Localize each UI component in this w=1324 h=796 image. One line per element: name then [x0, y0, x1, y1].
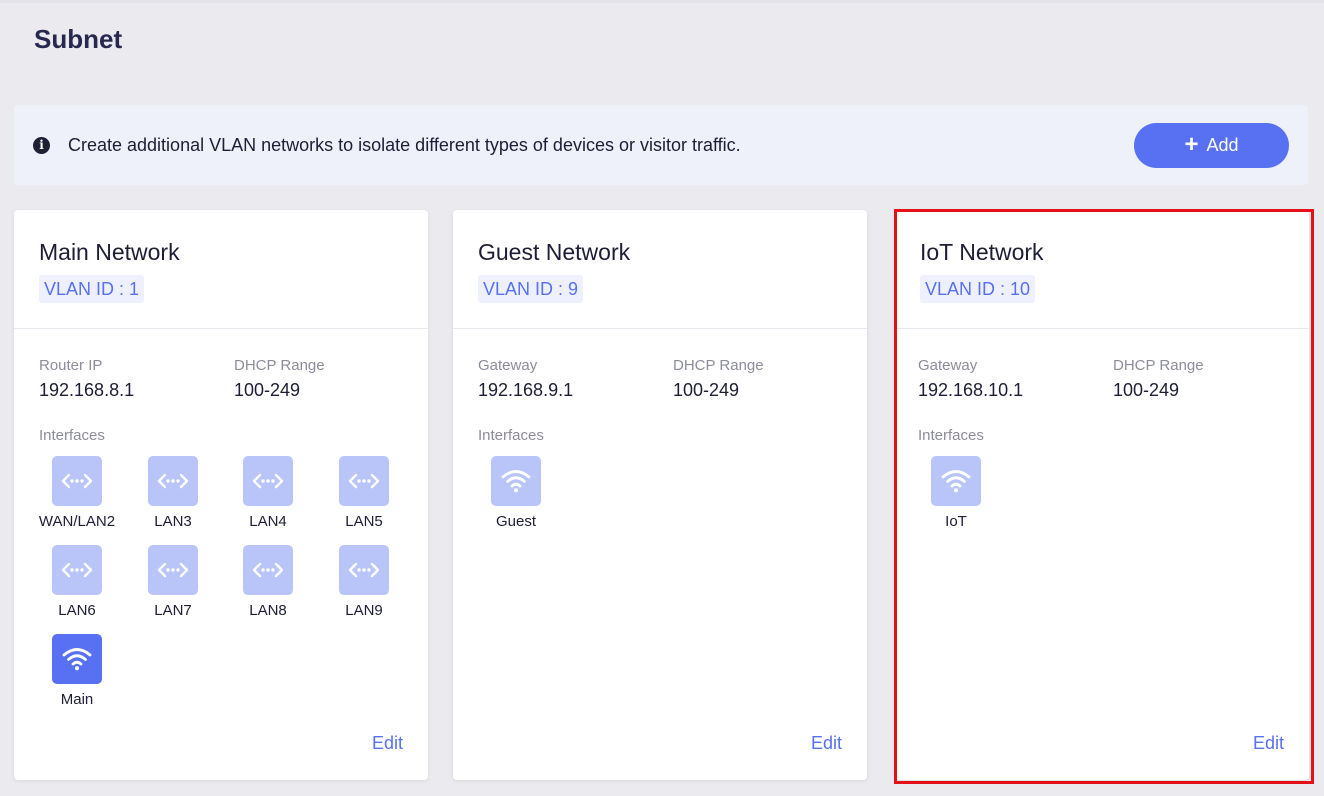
edit-link[interactable]: Edit	[1253, 733, 1284, 754]
gateway-value: 192.168.10.1	[918, 380, 1024, 400]
dhcp-range-value: 100-249	[673, 380, 740, 400]
interfaces-label: Interfaces	[39, 427, 105, 444]
ethernet-tile	[148, 456, 198, 506]
ethernet-tile	[339, 545, 389, 595]
interface-item: WAN/LAN2	[32, 456, 122, 530]
gateway-label: Gateway	[918, 357, 978, 374]
page-title: Subnet	[34, 24, 123, 54]
wifi-icon	[501, 468, 531, 494]
ethernet-tile	[52, 456, 102, 506]
interface-item: IoT	[911, 456, 1001, 530]
network-card-main: Main Network VLAN ID : 1 Router IP 192.1…	[14, 210, 428, 780]
wifi-tile	[52, 634, 102, 684]
ethernet-icon	[252, 471, 284, 491]
network-title: IoT Network	[920, 239, 1044, 265]
ethernet-icon	[157, 471, 189, 491]
interface-item: LAN5	[319, 456, 409, 530]
info-banner: i Create additional VLAN networks to iso…	[14, 105, 1308, 185]
interface-item: LAN3	[128, 456, 218, 530]
interface-item: LAN9	[319, 545, 409, 619]
interface-item: LAN7	[128, 545, 218, 619]
router-ip-value: 192.168.8.1	[39, 380, 135, 400]
network-title: Main Network	[39, 239, 180, 265]
interface-label: LAN6	[58, 602, 96, 619]
wifi-tile	[931, 456, 981, 506]
interface-label: LAN7	[154, 602, 192, 619]
card-header: Main Network VLAN ID : 1	[14, 210, 428, 329]
interface-label: Main	[60, 691, 94, 708]
dhcp-range-label: DHCP Range	[234, 357, 325, 374]
ethernet-icon	[61, 560, 93, 580]
interfaces-label: Interfaces	[918, 427, 984, 444]
card-header: IoT Network VLAN ID : 10	[895, 210, 1309, 329]
info-icon: i	[33, 137, 50, 154]
plus-icon: +	[1184, 130, 1199, 158]
dhcp-range-value: 100-249	[1113, 380, 1180, 400]
interface-label: IoT	[945, 513, 967, 530]
vlan-badge: VLAN ID : 9	[478, 275, 584, 303]
card-header: Guest Network VLAN ID : 9	[453, 210, 867, 329]
network-card-iot: IoT Network VLAN ID : 10 Gateway 192.168…	[895, 210, 1309, 780]
network-title: Guest Network	[478, 239, 631, 265]
vlan-badge: VLAN ID : 1	[39, 275, 145, 303]
interface-label: LAN8	[249, 602, 287, 619]
wifi-icon	[941, 468, 971, 494]
add-network-button[interactable]: + Add	[1134, 123, 1289, 168]
dhcp-range-label: DHCP Range	[673, 357, 764, 374]
info-text: Create additional VLAN networks to isola…	[68, 135, 741, 155]
router-ip-label: Router IP	[39, 357, 103, 374]
interface-item: LAN6	[32, 545, 122, 619]
ethernet-tile	[243, 545, 293, 595]
interface-label: LAN3	[154, 513, 192, 530]
interface-label: LAN9	[345, 602, 383, 619]
interface-label: LAN5	[345, 513, 383, 530]
interface-item: LAN4	[223, 456, 313, 530]
interface-item: LAN8	[223, 545, 313, 619]
dhcp-range-label: DHCP Range	[1113, 357, 1204, 374]
ethernet-icon	[348, 560, 380, 580]
gateway-label: Gateway	[478, 357, 538, 374]
network-card-guest: Guest Network VLAN ID : 9 Gateway 192.16…	[453, 210, 867, 780]
edit-link[interactable]: Edit	[372, 733, 403, 754]
ethernet-tile	[339, 456, 389, 506]
interface-item: Main	[32, 634, 122, 708]
vlan-badge: VLAN ID : 10	[920, 275, 1036, 303]
top-divider	[0, 0, 1324, 3]
add-button-label: Add	[1206, 135, 1239, 155]
wifi-tile	[491, 456, 541, 506]
interface-label: WAN/LAN2	[38, 513, 116, 530]
gateway-value: 192.168.9.1	[478, 380, 574, 400]
subnet-page: Subnet i Create additional VLAN networks…	[0, 0, 1324, 796]
interface-label: LAN4	[249, 513, 287, 530]
ethernet-icon	[348, 471, 380, 491]
ethernet-tile	[148, 545, 198, 595]
interface-item: Guest	[471, 456, 561, 530]
interfaces-label: Interfaces	[478, 427, 544, 444]
edit-link[interactable]: Edit	[811, 733, 842, 754]
ethernet-icon	[61, 471, 93, 491]
ethernet-tile	[52, 545, 102, 595]
ethernet-icon	[157, 560, 189, 580]
dhcp-range-value: 100-249	[234, 380, 301, 400]
ethernet-icon	[252, 560, 284, 580]
interface-label: Guest	[495, 513, 537, 530]
wifi-icon	[62, 646, 92, 672]
ethernet-tile	[243, 456, 293, 506]
